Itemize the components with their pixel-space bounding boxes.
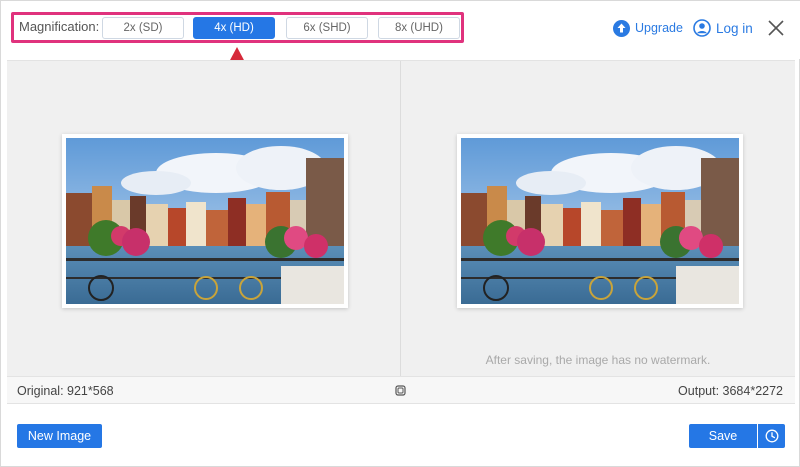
preview-area: After saving, the image has no watermark… — [7, 60, 795, 377]
close-icon[interactable] — [767, 19, 785, 37]
magnification-4x-button[interactable]: 4x (HD) — [193, 17, 275, 39]
image-info-bar: Original: 921*568 Output: 3684*2272 — [7, 376, 795, 404]
clock-icon — [765, 429, 778, 443]
output-image-preview — [457, 134, 743, 308]
watermark-note: After saving, the image has no watermark… — [485, 353, 711, 367]
output-size-label: Output: 3684*2272 — [678, 384, 783, 398]
pane-divider — [400, 61, 401, 377]
magnification-2x-button[interactable]: 2x (SD) — [102, 17, 184, 39]
upgrade-label: Upgrade — [635, 21, 683, 35]
magnification-label: Magnification: — [19, 19, 100, 34]
original-size-label: Original: 921*568 — [17, 384, 114, 398]
upgrade-link[interactable]: Upgrade — [613, 18, 683, 38]
save-button[interactable]: Save — [689, 424, 757, 448]
user-icon — [693, 19, 711, 37]
magnification-6x-button[interactable]: 6x (SHD) — [286, 17, 368, 39]
new-image-button[interactable]: New Image — [17, 424, 102, 448]
upscaler-window: Magnification: 2x (SD) 4x (HD) 6x (SHD) … — [0, 0, 800, 467]
login-label: Log in — [716, 20, 753, 36]
login-link[interactable]: Log in — [693, 18, 753, 38]
top-toolbar: Magnification: 2x (SD) 4x (HD) 6x (SHD) … — [1, 1, 800, 59]
compare-icon[interactable] — [395, 385, 406, 396]
upgrade-icon — [613, 19, 630, 37]
magnification-highlight-box: Magnification: 2x (SD) 4x (HD) 6x (SHD) … — [11, 12, 464, 43]
magnification-8x-button[interactable]: 8x (UHD) — [378, 17, 460, 39]
history-button[interactable] — [758, 424, 785, 448]
output-image — [461, 138, 739, 304]
original-image-preview — [62, 134, 348, 308]
original-image — [66, 138, 344, 304]
